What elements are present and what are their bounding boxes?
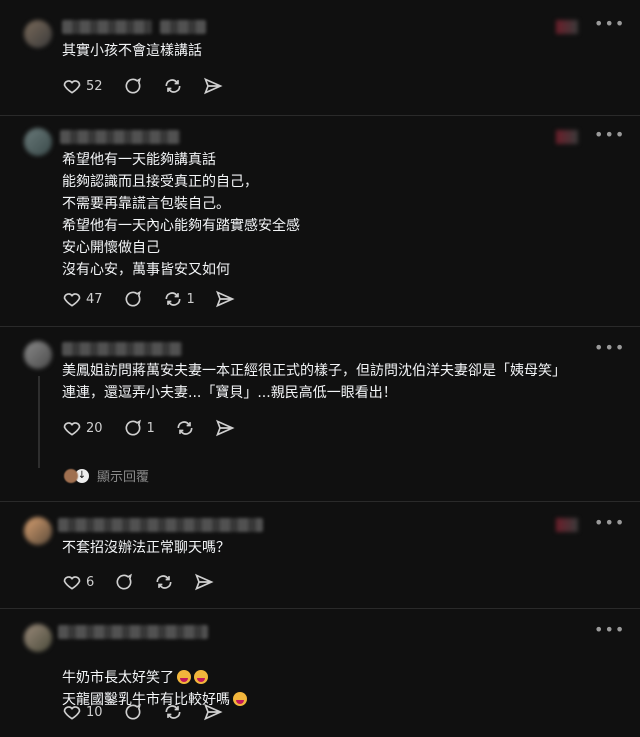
action-bar: 47 1 [62,289,255,309]
share-icon [203,77,223,95]
like-count: 6 [86,574,95,590]
timestamp-blurred [160,20,206,34]
like-count: 47 [86,291,103,307]
post-4: ••• 不套招沒辦法正常聊天嗎？ 6 [0,501,640,609]
badge-blurred [556,20,578,34]
thread-line [38,376,40,468]
like-count: 20 [86,420,103,436]
reply-avatar [64,468,78,483]
post-text: 美鳳姐訪問蔣萬安夫妻一本正經很正式的樣子，但訪問沈伯洋夫妻卻是「姨母笑」 連連，… [62,363,566,401]
repost-button[interactable] [163,702,183,722]
username-blurred[interactable] [60,130,180,144]
share-button[interactable] [194,572,214,592]
post-2: ••• 希望他有一天能夠講真話 能夠認識而且接受真正的自己， 不需要再靠謊言包裝… [0,115,640,327]
like-button[interactable]: 6 [62,572,94,592]
repost-icon [165,79,181,93]
username-blurred[interactable] [62,342,182,356]
share-button[interactable] [215,418,235,438]
show-replies-label: 顯示回覆 [97,470,150,485]
repost-count: 1 [186,291,195,307]
comment-icon [125,703,141,720]
like-count: 10 [86,704,103,720]
repost-icon [156,575,172,589]
more-icon[interactable]: ••• [594,14,625,33]
share-icon [195,573,214,591]
username-blurred[interactable] [58,518,263,532]
share-icon [215,290,235,308]
repost-button[interactable] [175,418,195,438]
username-blurred[interactable] [58,625,208,639]
action-bar: 10 [62,702,243,722]
repost-icon [165,292,181,306]
post-3: ••• 美鳳姐訪問蔣萬安夫妻一本正經很正式的樣子，但訪問沈伯洋夫妻卻是「姨母笑」… [0,326,640,502]
share-icon [203,703,223,721]
avatar[interactable] [24,341,52,369]
avatar[interactable] [24,517,52,545]
more-icon[interactable]: ••• [594,620,625,639]
heart-icon [63,80,81,94]
repost-icon [177,421,193,435]
reply-count: 1 [146,420,155,436]
heart-icon [63,293,81,307]
post-text: 其實小孩不會這樣講話 [62,43,202,59]
like-button[interactable]: 10 [62,702,103,722]
more-icon[interactable]: ••• [594,338,625,357]
action-bar: 6 [62,572,234,592]
more-icon[interactable]: ••• [594,513,625,532]
reply-button[interactable] [114,572,134,592]
share-icon [215,419,235,437]
comment-icon [125,290,141,307]
comment-icon [125,419,141,436]
like-count: 52 [86,78,103,94]
comment-icon [116,573,133,590]
repost-icon [165,705,181,719]
repost-button[interactable] [154,572,174,592]
post-1: ••• 其實小孩不會這樣講話 52 [0,0,640,116]
badge-blurred [556,518,578,532]
like-button[interactable]: 47 [62,289,103,309]
share-button[interactable] [203,76,223,96]
share-button[interactable] [215,289,235,309]
reply-button[interactable] [123,702,143,722]
avatar[interactable] [24,128,52,156]
post-text: 希望他有一天能夠講真話 能夠認識而且接受真正的自己， 不需要再靠謊言包裝自己。 … [62,152,300,278]
avatar[interactable] [24,20,52,48]
repost-button[interactable] [163,76,183,96]
comment-icon [125,77,141,94]
heart-icon [63,576,81,590]
repost-button[interactable]: 1 [163,289,195,309]
reply-button[interactable] [123,289,143,309]
like-button[interactable]: 52 [62,76,103,96]
username-blurred[interactable] [62,20,152,34]
action-bar: 20 1 [62,418,255,438]
share-button[interactable] [203,702,223,722]
heart-icon [63,706,81,720]
like-button[interactable]: 20 [62,418,103,438]
post-text: 不套招沒辦法正常聊天嗎？ [62,540,230,556]
action-bar: 52 [62,76,243,96]
post-5: ••• 牛奶市長太好笑了 天龍國鑿乳牛市有比較好嗎 10 [0,608,640,737]
avatar[interactable] [24,624,52,652]
more-icon[interactable]: ••• [594,125,625,144]
reply-button[interactable] [123,76,143,96]
badge-blurred [556,130,578,144]
heart-icon [63,422,81,436]
show-replies-button[interactable]: ↓ 顯示回覆 [64,466,149,485]
reply-button[interactable]: 1 [123,418,155,438]
